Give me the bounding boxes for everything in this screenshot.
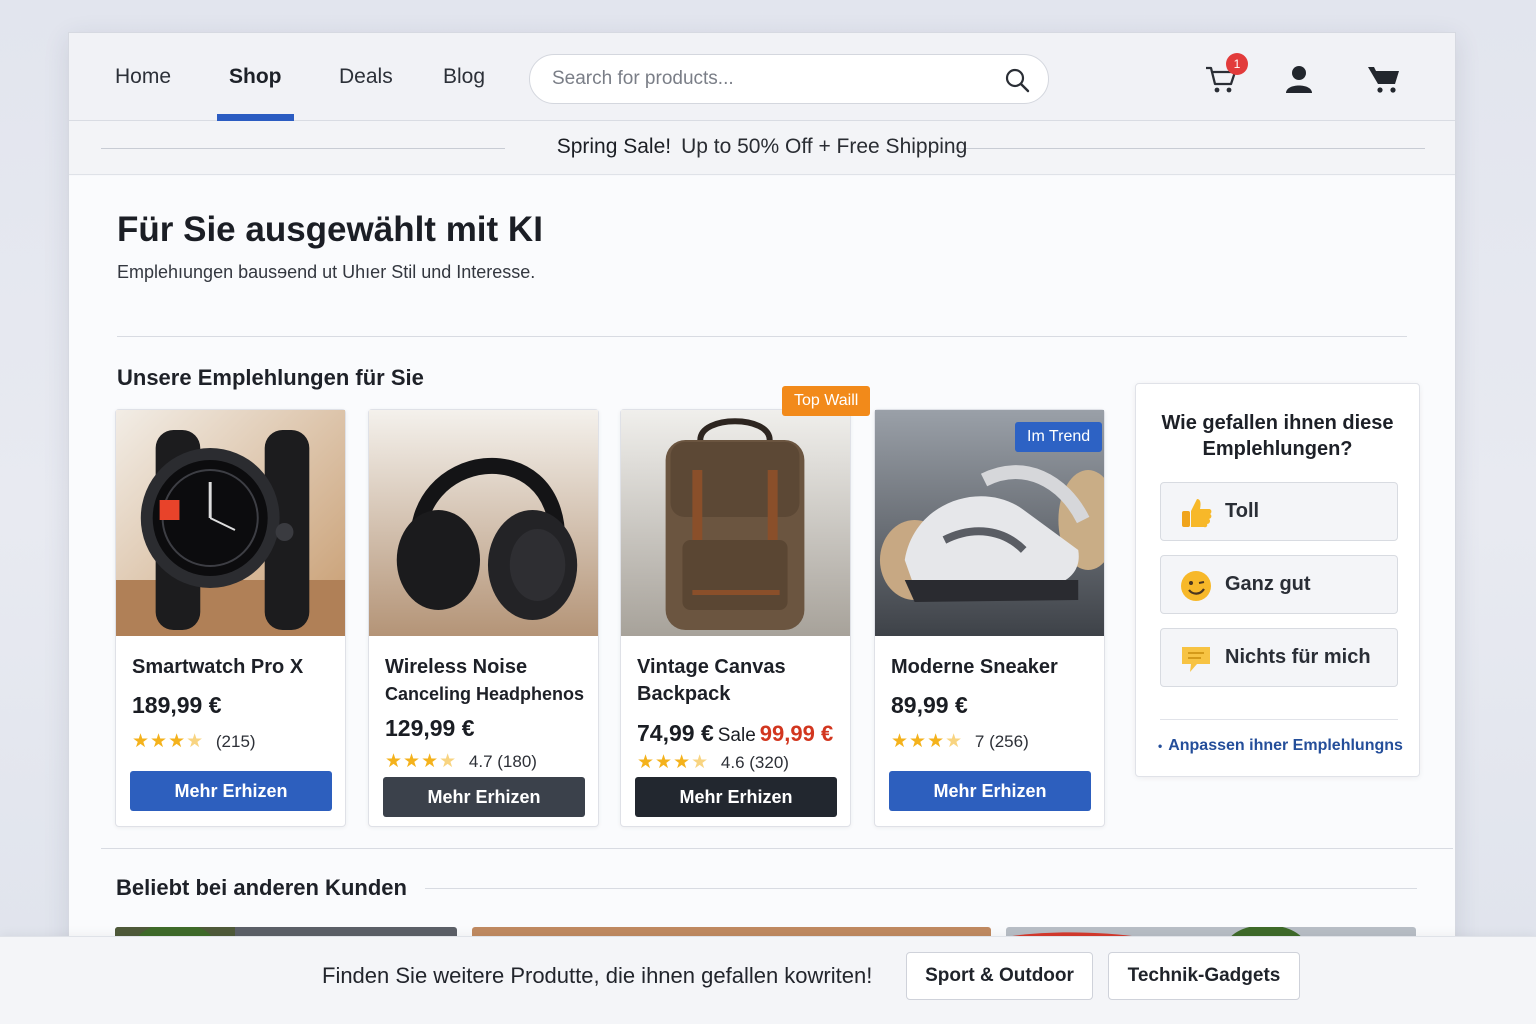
product-image-backpack [621,410,850,636]
feedback-option-label: Ganz gut [1225,573,1311,595]
cart-count-badge: 1 [1226,53,1248,75]
rating-count: 4.7 (180) [468,752,537,771]
customize-link-label: Anpassen ihner Emplehlungns [1168,737,1403,754]
product-rating: ★★★★ (215) [132,730,256,753]
search-bar [529,54,1049,104]
recommendations-title: Unsere Emplehlungen für Sie [117,365,424,390]
smiley-icon [1181,571,1211,601]
sale-price: 99,99 € [759,721,834,746]
main-content: Für Sie ausgewählt mit KI Emplehıungen b… [69,176,1455,1024]
trend-badge: Im Trend [1015,422,1103,452]
user-icon[interactable] [1282,63,1316,95]
feedback-title: Wie gefallen ihnen diese Emplehlungen? [1161,412,1394,460]
product-name-line2: Backpack [637,683,731,705]
details-button[interactable]: Mehr Erhizen [889,771,1091,811]
half-star-icon: ★ [439,751,457,772]
thumbs-up-icon [1182,499,1212,528]
search-input[interactable] [552,55,972,103]
half-star-icon: ★ [186,731,204,752]
top-navigation: Home Shop Deals Blog 1 [69,33,1455,121]
discovery-text: Finden Sie weitere Produtte, die ihnen g… [322,963,873,988]
feedback-nichts-button[interactable]: Nichts für mich [1160,628,1398,687]
product-price: 129,99 € [385,715,475,741]
details-button[interactable]: Mehr Erhizen [383,777,585,817]
speech-bubble-icon [1182,647,1210,672]
nav-blog[interactable]: Blog [431,33,497,121]
bottom-discovery-bar: Finden Sie weitere Produtte, die ihnen g… [0,936,1536,1024]
product-name: Vintage Canvas Backpack [637,654,842,708]
star-icon: ★★★ [132,731,187,752]
current-price: 74,99 € [637,720,714,746]
rating-count: (215) [215,732,256,751]
title-divider [117,336,1407,337]
product-name: Smartwatch Pro X [132,656,304,678]
feedback-ganz-gut-button[interactable]: Ganz gut [1160,555,1398,614]
product-price: 74,99 € Sale 99,99 € [637,720,833,747]
page-title: Für Sie ausgewählt mit KI [117,210,543,249]
sale-label: Sale [717,725,756,746]
banner-highlight: Spring Sale! [556,135,672,158]
page-subtitle: Emplehıungen bausɘend ut Uhıer Stil und … [117,262,536,282]
nav-deals[interactable]: Deals [327,33,405,121]
star-icon: ★★★ [637,752,692,773]
nav-home[interactable]: Home [103,33,183,121]
product-card-smartwatch[interactable]: Smartwatch Pro X 189,99 € ★★★★ (215) Meh… [115,409,346,827]
star-icon: ★★★ [385,751,440,772]
product-image-headphones [369,410,598,636]
search-icon[interactable] [1004,67,1030,93]
nav-shop[interactable]: Shop [217,33,294,121]
shopping-cart-icon[interactable] [1367,63,1401,95]
rating-count: 4.6 (320) [720,753,789,772]
shop-window: Home Shop Deals Blog 1 [68,32,1456,1024]
feedback-divider [1160,719,1398,720]
banner-text: Spring Sale! Up to 50% Off + Free Shippin… [69,135,1455,159]
product-price: 189,99 € [132,692,222,718]
product-card-backpack[interactable]: Vintage Canvas Backpack 74,99 € Sale 99,99… [620,409,851,827]
product-name: Wireless Noise Canceling Headphenos [385,654,590,708]
customize-recommendations-link[interactable]: • Anpassen ihner Emplehlungns [1158,737,1403,755]
product-card-headphones[interactable]: Wireless Noise Canceling Headphenos 129,… [368,409,599,827]
feedback-toll-button[interactable]: Toll [1160,482,1398,541]
popular-title: Beliebt bei anderen Kunden [116,875,407,900]
feedback-panel: Wie gefallen ihnen diese Emplehlungen? T… [1135,383,1420,777]
product-image-smartwatch [116,410,345,636]
product-name-line1: Vintage Canvas [637,656,786,678]
product-rating: ★★★★ 4.6 (320) [637,751,789,774]
product-card-sneaker[interactable]: Moderne Sneaker 89,99 € ★★★★ 7 (256) Meh… [874,409,1105,827]
bullet-icon: • [1158,739,1163,753]
section-divider [101,848,1453,849]
product-rating: ★★★★ 7 (256) [891,730,1029,753]
banner-offer: Up to 50% Off + Free Shipping [681,135,968,158]
star-icon: ★★★ [891,731,946,752]
top-badge: Top Waill [782,386,871,416]
popular-title-line [425,888,1417,889]
product-rating: ★★★★ 4.7 (180) [385,750,537,773]
half-star-icon: ★ [691,752,709,773]
feedback-option-label: Nichts für mich [1225,646,1371,668]
category-chip-technik[interactable]: Technik-Gadgets [1108,952,1300,1000]
product-name-line1: Wireless Noise [385,656,528,678]
promo-banner: Spring Sale! Up to 50% Off + Free Shippin… [69,121,1455,175]
product-name-line2: Canceling Headphenos [385,684,585,704]
feedback-option-label: Toll [1225,500,1260,522]
details-button[interactable]: Mehr Erhizen [130,771,332,811]
product-name: Moderne Sneaker [891,656,1058,678]
details-button[interactable]: Mehr Erhizen [635,777,837,817]
product-price: 89,99 € [891,692,968,718]
half-star-icon: ★ [945,731,963,752]
rating-count: 7 (256) [974,732,1029,751]
category-chip-sport[interactable]: Sport & Outdoor [906,952,1093,1000]
